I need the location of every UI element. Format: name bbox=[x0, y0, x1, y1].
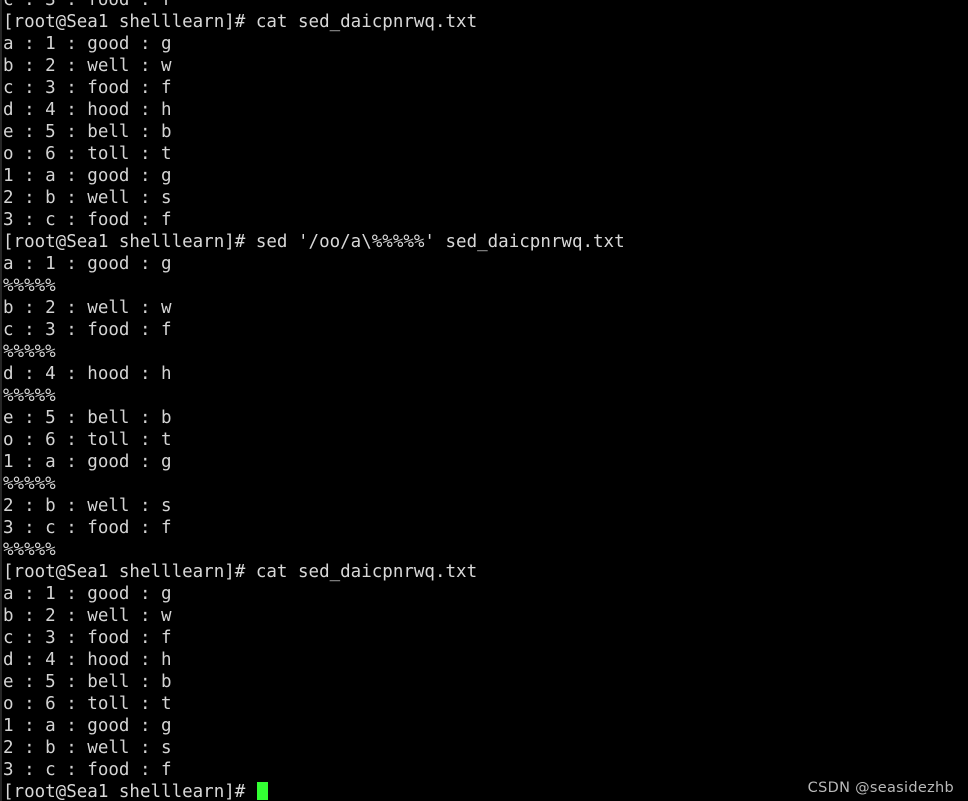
terminal-output-line: b : 2 : well : w bbox=[3, 606, 172, 626]
terminal-output-line: e : 5 : bell : b bbox=[3, 672, 172, 692]
shell-prompt: [root@Sea1 shelllearn]# bbox=[3, 782, 256, 801]
terminal-output-line: b : 2 : well : w bbox=[3, 298, 172, 318]
terminal-output-line: b : 2 : well : w bbox=[3, 56, 172, 76]
terminal-command-line: [root@Sea1 shelllearn]# cat sed_daicpnrw… bbox=[3, 12, 478, 32]
terminal-output-line: 1 : a : good : g bbox=[3, 452, 172, 472]
terminal-output-line: %%%%% bbox=[3, 386, 56, 406]
terminal-output-line: c : 3 : food : f bbox=[3, 78, 172, 98]
terminal-output-line: 2 : b : well : s bbox=[3, 188, 172, 208]
terminal-output-line: %%%%% bbox=[3, 342, 56, 362]
terminal-output-line: 1 : a : good : g bbox=[3, 166, 172, 186]
terminal-output-line: e : 5 : bell : b bbox=[3, 408, 172, 428]
terminal-output-line: %%%%% bbox=[3, 276, 56, 296]
window-left-edge bbox=[0, 0, 2, 801]
terminal-output-line: 3 : c : food : f bbox=[3, 760, 172, 780]
terminal-output-line: 3 : c : food : f bbox=[3, 210, 172, 230]
terminal-output-line: d : 4 : hood : h bbox=[3, 650, 172, 670]
terminal-output-line: d : 4 : hood : h bbox=[3, 364, 172, 384]
terminal-screen[interactable]: c : 3 : food : f [root@Sea1 shelllearn]# … bbox=[0, 0, 968, 801]
terminal-window[interactable]: c : 3 : food : f [root@Sea1 shelllearn]# … bbox=[0, 0, 968, 801]
terminal-output-line: a : 1 : good : g bbox=[3, 254, 172, 274]
terminal-output-line: 2 : b : well : s bbox=[3, 738, 172, 758]
terminal-output-line: a : 1 : good : g bbox=[3, 34, 172, 54]
terminal-output-line: 3 : c : food : f bbox=[3, 518, 172, 538]
terminal-command-line: [root@Sea1 shelllearn]# sed '/oo/a\%%%%%… bbox=[3, 232, 625, 252]
terminal-output-line: %%%%% bbox=[3, 474, 56, 494]
terminal-output-line: 1 : a : good : g bbox=[3, 716, 172, 736]
terminal-output-line: c : 3 : food : f bbox=[3, 628, 172, 648]
terminal-output-line: %%%%% bbox=[3, 540, 56, 560]
terminal-command-line: [root@Sea1 shelllearn]# cat sed_daicpnrw… bbox=[3, 562, 478, 582]
terminal-output-line: c : 3 : food : f bbox=[3, 320, 172, 340]
terminal-output-line: o : 6 : toll : t bbox=[3, 144, 172, 164]
terminal-output-line: o : 6 : toll : t bbox=[3, 430, 172, 450]
terminal-output-line: d : 4 : hood : h bbox=[3, 100, 172, 120]
watermark: CSDN @seasidezhb bbox=[807, 780, 954, 796]
terminal-output-line: c : 3 : food : f bbox=[3, 0, 172, 10]
terminal-output-line: e : 5 : bell : b bbox=[3, 122, 172, 142]
block-cursor[interactable] bbox=[256, 782, 268, 800]
terminal-output-line: o : 6 : toll : t bbox=[3, 694, 172, 714]
terminal-output-line: 2 : b : well : s bbox=[3, 496, 172, 516]
terminal-output-line: a : 1 : good : g bbox=[3, 584, 172, 604]
